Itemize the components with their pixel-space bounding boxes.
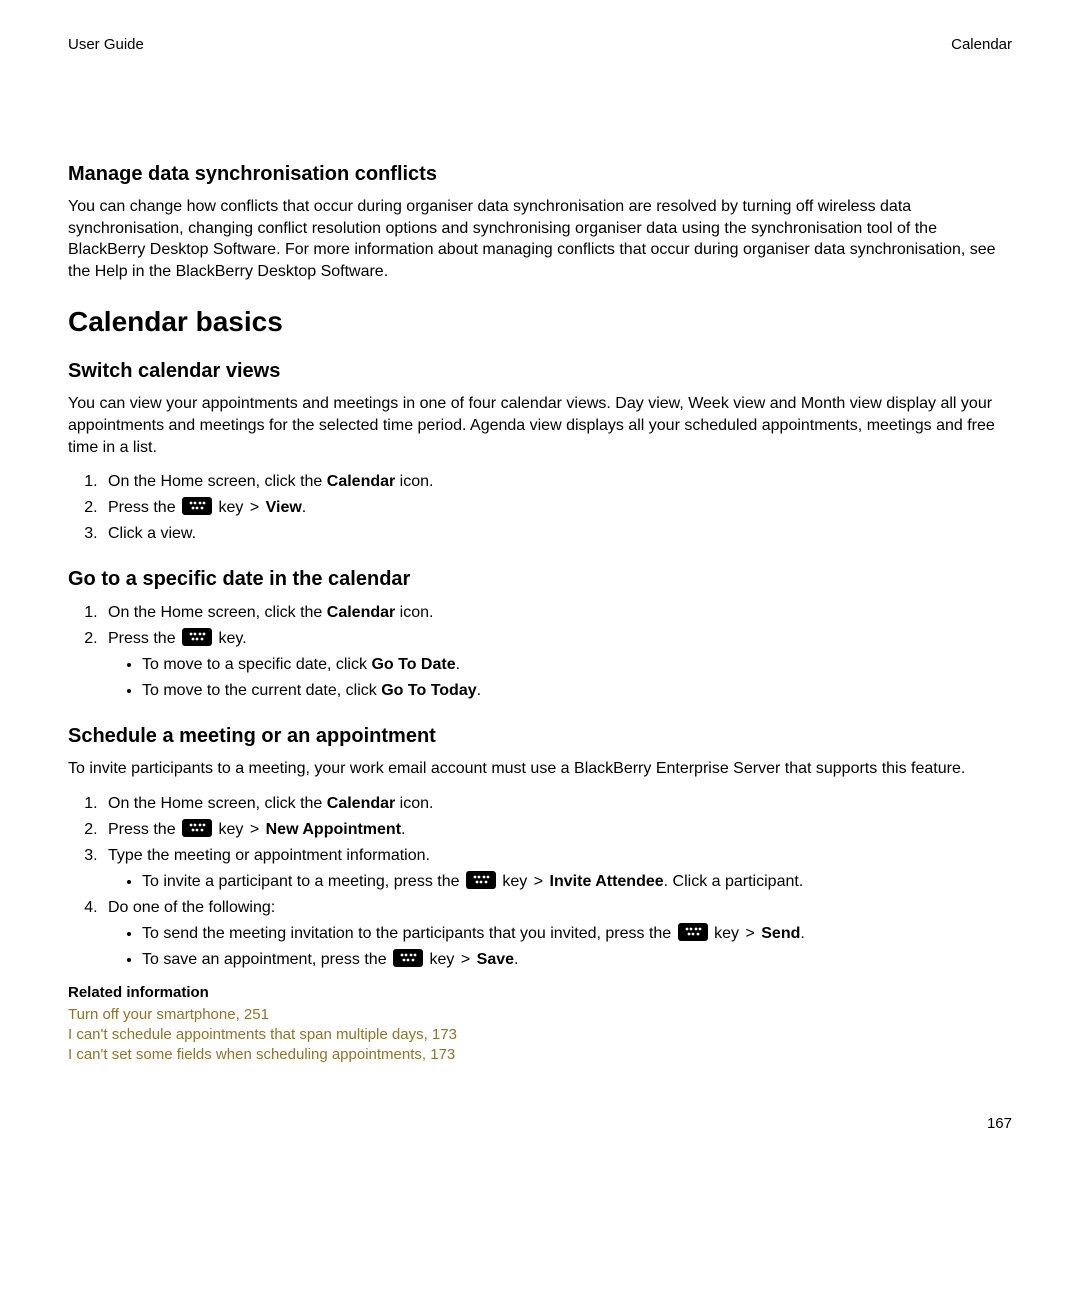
text: . xyxy=(800,925,804,942)
text: icon. xyxy=(395,604,433,621)
menu-key-icon xyxy=(678,923,708,941)
bold-text: Save xyxy=(477,951,514,968)
bold-text: Invite Attendee xyxy=(550,873,664,890)
text: To send the meeting invitation to the pa… xyxy=(142,925,676,942)
text: key xyxy=(214,499,248,516)
menu-key-icon xyxy=(393,949,423,967)
step: Do one of the following: To send the mee… xyxy=(102,896,1012,972)
separator: > xyxy=(250,499,259,516)
bold-text: New Appointment xyxy=(266,821,401,838)
text: key. xyxy=(214,630,247,647)
text: To invite a participant to a meeting, pr… xyxy=(142,873,464,890)
text: On the Home screen, click the xyxy=(108,795,327,812)
step: Press the key > View. xyxy=(102,496,1012,520)
paragraph-conflicts: You can change how conflicts that occur … xyxy=(68,196,1012,282)
step: On the Home screen, click the Calendar i… xyxy=(102,792,1012,816)
step: Press the key. To move to a specific dat… xyxy=(102,627,1012,703)
header-right: Calendar xyxy=(951,36,1012,53)
menu-key-icon xyxy=(182,628,212,646)
bold-text: Send xyxy=(761,925,800,942)
text: Do one of the following: xyxy=(108,899,275,916)
heading-goto-date: Go to a specific date in the calendar xyxy=(68,568,1012,591)
bullet: To invite a participant to a meeting, pr… xyxy=(142,870,1012,894)
bold-text: Go To Date xyxy=(371,656,455,673)
steps-goto-date: On the Home screen, click the Calendar i… xyxy=(68,601,1012,703)
sub-bullets: To move to a specific date, click Go To … xyxy=(108,653,1012,703)
text: Press the xyxy=(108,821,180,838)
text: . Click a participant. xyxy=(664,873,804,890)
text: To move to a specific date, click xyxy=(142,656,371,673)
text: key xyxy=(498,873,532,890)
text: . xyxy=(456,656,460,673)
page-header: User Guide Calendar xyxy=(68,36,1012,53)
separator: > xyxy=(250,821,259,838)
step: On the Home screen, click the Calendar i… xyxy=(102,601,1012,625)
text: icon. xyxy=(395,473,433,490)
step: Type the meeting or appointment informat… xyxy=(102,844,1012,894)
steps-switch-views: On the Home screen, click the Calendar i… xyxy=(68,470,1012,546)
heading-basics: Calendar basics xyxy=(68,306,1012,338)
separator: > xyxy=(745,925,754,942)
text: Type the meeting or appointment informat… xyxy=(108,847,430,864)
bold-text: Calendar xyxy=(327,473,395,490)
heading-schedule: Schedule a meeting or an appointment xyxy=(68,725,1012,748)
steps-schedule: On the Home screen, click the Calendar i… xyxy=(68,792,1012,972)
text: . xyxy=(514,951,518,968)
text: . xyxy=(401,821,405,838)
text: key xyxy=(710,925,744,942)
bullet: To save an appointment, press the key > … xyxy=(142,948,1012,972)
menu-key-icon xyxy=(182,497,212,515)
page-number: 167 xyxy=(987,1115,1012,1132)
menu-key-icon xyxy=(182,819,212,837)
header-left: User Guide xyxy=(68,36,144,53)
text: To move to the current date, click xyxy=(142,682,381,699)
separator: > xyxy=(534,873,543,890)
related-link[interactable]: I can't set some fields when scheduling … xyxy=(68,1045,1012,1065)
paragraph-switch-views: You can view your appointments and meeti… xyxy=(68,393,1012,458)
heading-conflicts: Manage data synchronisation conflicts xyxy=(68,163,1012,186)
menu-key-icon xyxy=(466,871,496,889)
text: . xyxy=(302,499,306,516)
related-info-heading: Related information xyxy=(68,984,1012,1001)
sub-bullets: To invite a participant to a meeting, pr… xyxy=(108,870,1012,894)
bold-text: Calendar xyxy=(327,604,395,621)
text: key xyxy=(425,951,459,968)
bullet: To move to a specific date, click Go To … xyxy=(142,653,1012,677)
text: On the Home screen, click the xyxy=(108,473,327,490)
separator: > xyxy=(461,951,470,968)
bullet: To move to the current date, click Go To… xyxy=(142,679,1012,703)
bold-text: Go To Today xyxy=(381,682,476,699)
paragraph-schedule: To invite participants to a meeting, you… xyxy=(68,758,1012,780)
related-link[interactable]: Turn off your smartphone, 251 xyxy=(68,1005,1012,1025)
step: Click a view. xyxy=(102,522,1012,546)
document-page: User Guide Calendar Manage data synchron… xyxy=(0,0,1080,1296)
bold-text: Calendar xyxy=(327,795,395,812)
text: Press the xyxy=(108,499,180,516)
step: On the Home screen, click the Calendar i… xyxy=(102,470,1012,494)
text: icon. xyxy=(395,795,433,812)
heading-switch-views: Switch calendar views xyxy=(68,360,1012,383)
text: . xyxy=(477,682,481,699)
text: Press the xyxy=(108,630,180,647)
bullet: To send the meeting invitation to the pa… xyxy=(142,922,1012,946)
step: Press the key > New Appointment. xyxy=(102,818,1012,842)
bold-text: View xyxy=(266,499,302,516)
text: On the Home screen, click the xyxy=(108,604,327,621)
related-link[interactable]: I can't schedule appointments that span … xyxy=(68,1025,1012,1045)
sub-bullets: To send the meeting invitation to the pa… xyxy=(108,922,1012,972)
text: key xyxy=(214,821,248,838)
text: To save an appointment, press the xyxy=(142,951,391,968)
